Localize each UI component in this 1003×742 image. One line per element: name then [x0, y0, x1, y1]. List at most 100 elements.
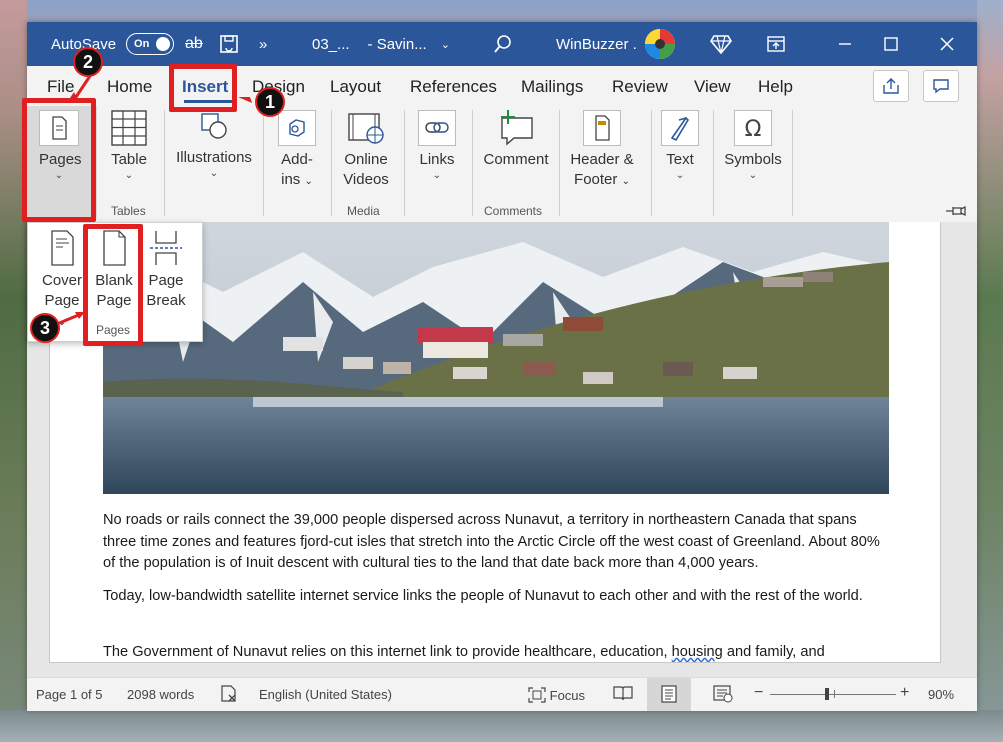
paragraph-2[interactable]: Today, low-bandwidth satellite internet …: [103, 586, 893, 608]
group-label-comments: Comments: [484, 204, 543, 218]
strikethrough-icon[interactable]: ab: [185, 22, 203, 66]
page-count[interactable]: Page 1 of 5: [36, 687, 103, 702]
zoom-out-button[interactable]: −: [754, 684, 763, 702]
avatar[interactable]: [644, 22, 676, 66]
table-icon: [111, 110, 147, 146]
omega-symbol-icon: Ω: [734, 110, 772, 146]
read-mode-icon[interactable]: [613, 685, 633, 704]
focus-icon: [528, 687, 546, 703]
autosave-toggle[interactable]: On: [126, 33, 175, 55]
save-icon[interactable]: [219, 22, 239, 66]
language-indicator[interactable]: English (United States): [259, 687, 392, 702]
tab-help[interactable]: Help: [758, 77, 793, 97]
print-layout-icon: [661, 685, 677, 703]
chevron-down-icon: ⌄: [209, 168, 219, 179]
ribbon-separator: [713, 110, 714, 216]
illustrations-button[interactable]: Illustrations ⌄: [173, 110, 255, 180]
ribbon-separator: [331, 110, 332, 216]
group-label-media: Media: [347, 204, 380, 218]
ribbon-separator: [792, 110, 793, 216]
tab-view[interactable]: View: [694, 77, 731, 97]
desktop-background-right: [977, 0, 1003, 742]
new-comment-button[interactable]: Comment: [479, 110, 553, 170]
annotation-badge-1: 1: [255, 87, 285, 117]
autosave-control[interactable]: AutoSave On: [51, 22, 175, 66]
share-button[interactable]: [873, 70, 909, 102]
saving-status: - Savin...: [367, 35, 427, 53]
zoom-in-button[interactable]: +: [900, 684, 909, 702]
tab-mailings[interactable]: Mailings: [521, 77, 583, 97]
web-layout-icon[interactable]: [713, 685, 733, 706]
highlight-pages-button: [22, 98, 96, 222]
word-window: AutoSave On ab » 03_... - Savin... ⌄ Win…: [27, 22, 977, 711]
search-icon[interactable]: [493, 22, 513, 66]
ribbon-display-icon[interactable]: [753, 22, 799, 66]
comments-button[interactable]: [923, 70, 959, 102]
pin-ribbon-icon[interactable]: [945, 204, 967, 222]
links-button[interactable]: Links ⌄: [415, 110, 459, 182]
word-count[interactable]: 2098 words: [127, 687, 194, 702]
annotation-arrow-1: [238, 93, 258, 114]
maximize-button[interactable]: [868, 22, 914, 66]
tab-home[interactable]: Home: [107, 77, 152, 97]
text-button[interactable]: Text ⌄: [660, 110, 700, 182]
more-commands-icon[interactable]: »: [259, 22, 267, 66]
new-comment-icon: [501, 110, 533, 146]
add-ins-button[interactable]: Add- ins ⌄: [275, 110, 319, 192]
annotation-arrow-3: [56, 310, 85, 331]
ribbon: Pages ⌄ Table ⌄ Tables Illustrations ⌄ A…: [27, 106, 977, 223]
paragraph-3[interactable]: The Government of Nunavut relies on this…: [103, 642, 893, 662]
ribbon-separator: [472, 110, 473, 216]
focus-mode-button[interactable]: Focus: [528, 687, 585, 703]
online-video-icon: [348, 113, 384, 144]
ribbon-separator: [164, 110, 165, 216]
minimize-button[interactable]: [822, 22, 868, 66]
link-icon: [418, 110, 456, 146]
highlight-insert-tab: [169, 64, 237, 112]
tab-layout[interactable]: Layout: [330, 77, 381, 97]
zoom-slider-thumb[interactable]: [825, 688, 829, 700]
spelling-flag[interactable]: housing: [672, 644, 723, 660]
ribbon-separator: [559, 110, 560, 216]
title-bar: AutoSave On ab » 03_... - Savin... ⌄ Win…: [27, 22, 977, 66]
zoom-level[interactable]: 90%: [928, 687, 954, 702]
chevron-down-icon: ⌄: [675, 170, 685, 181]
diamond-icon[interactable]: [710, 22, 732, 66]
header-footer-button[interactable]: Header & Footer ⌄: [567, 110, 637, 192]
zoom-slider-track[interactable]: [770, 694, 896, 695]
chevron-down-icon: ⌄: [621, 176, 630, 187]
chevron-down-icon: ⌄: [748, 170, 758, 181]
table-button[interactable]: Table ⌄: [109, 110, 149, 182]
cover-page-icon: [51, 230, 74, 266]
online-videos-button[interactable]: Online Videos: [341, 110, 391, 190]
shapes-icon: [201, 113, 227, 139]
autosave-state: On: [134, 38, 150, 50]
close-button[interactable]: [924, 22, 970, 66]
chevron-down-icon: ⌄: [124, 170, 134, 181]
arctic-town-photo: [103, 222, 889, 494]
proofing-icon[interactable]: [220, 685, 238, 706]
chevron-down-icon: ⌄: [440, 38, 450, 51]
annotation-badge-3: 3: [30, 313, 60, 343]
tab-review[interactable]: Review: [612, 77, 668, 97]
ribbon-separator: [263, 110, 264, 216]
group-label-tables: Tables: [111, 204, 146, 218]
document-name[interactable]: 03_... - Savin... ⌄: [312, 22, 450, 66]
symbols-button[interactable]: Ω Symbols ⌄: [722, 110, 784, 182]
svg-text:Ω: Ω: [745, 117, 762, 142]
page-break-icon: [150, 231, 182, 265]
header-footer-icon: [583, 110, 621, 146]
ribbon-separator: [404, 110, 405, 216]
chevron-down-icon: ⌄: [432, 170, 442, 181]
zoom-slider-tick: [834, 690, 835, 698]
desktop-background-bottom: [0, 710, 1003, 742]
paragraph-1[interactable]: No roads or rails connect the 39,000 peo…: [103, 510, 893, 575]
highlight-blank-page: [83, 224, 143, 346]
text-icon: [661, 110, 699, 146]
status-bar: Page 1 of 5 2098 words English (United S…: [27, 677, 977, 711]
account-name[interactable]: WinBuzzer .: [556, 22, 637, 66]
page-break-button[interactable]: Page Break: [144, 229, 188, 311]
document-image[interactable]: [103, 222, 889, 494]
tab-references[interactable]: References: [410, 77, 497, 97]
print-layout-button[interactable]: [647, 678, 691, 711]
